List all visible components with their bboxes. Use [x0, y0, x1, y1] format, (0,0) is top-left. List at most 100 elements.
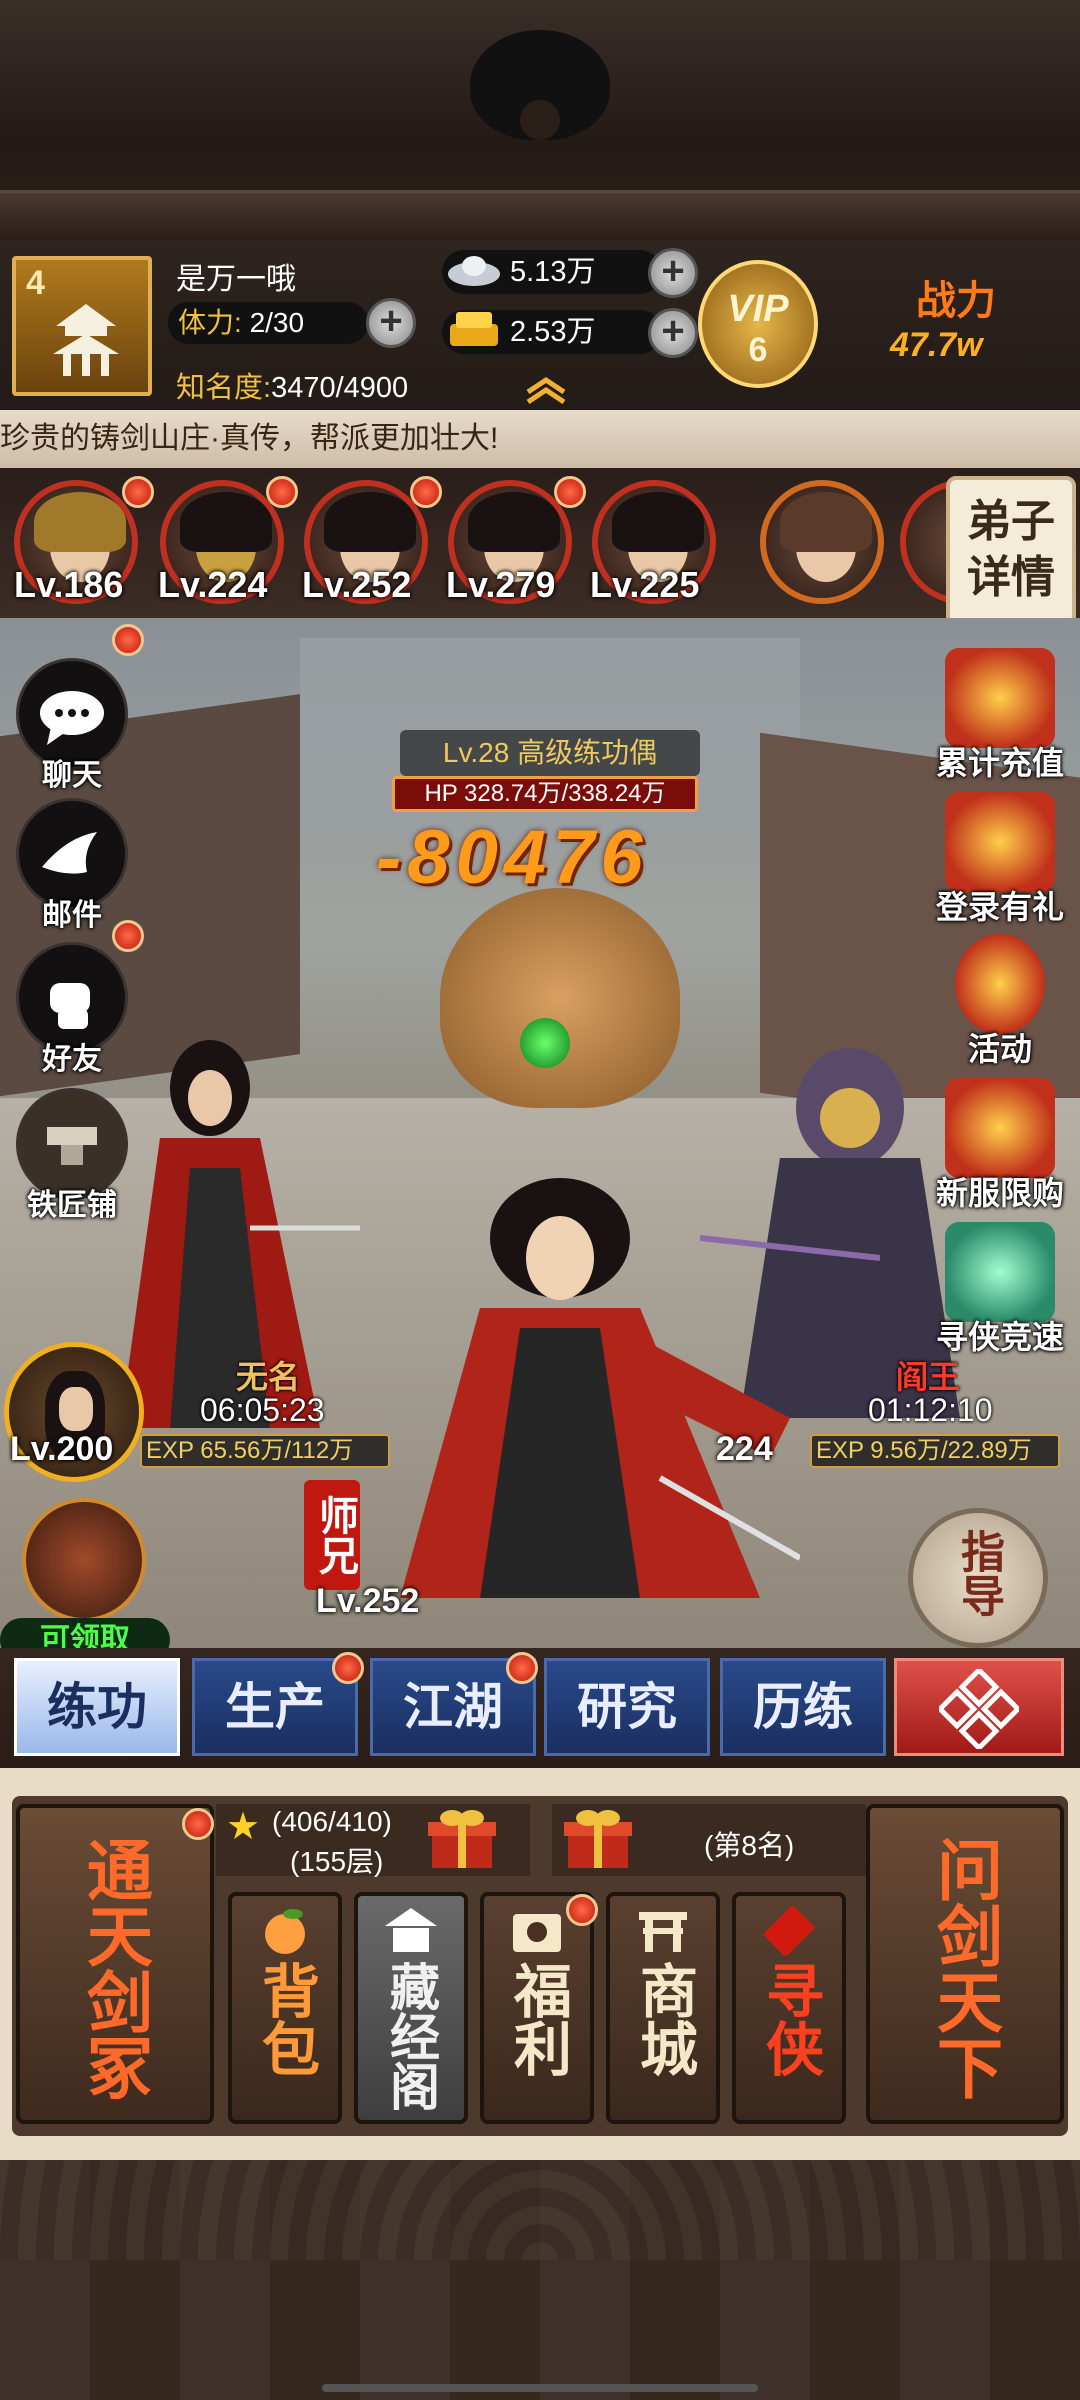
pavilion-icon [385, 1908, 437, 1952]
left-hero-level: Lv.200 [10, 1430, 114, 1468]
disciple-level-5: Lv.225 [590, 564, 700, 605]
blacksmith-label: 铁匠铺 [27, 1189, 117, 1222]
tower-progress-value: (406/410) [272, 1806, 392, 1837]
battle-scene: Lv.28 高级练功偶 HP 328.74万/338.24万 -80476 聊天 [0, 618, 1080, 1648]
power-value: 47.7w [890, 326, 983, 364]
chevron-up-icon[interactable] [524, 376, 568, 404]
jade-gem [520, 1018, 570, 1068]
right-hero-exp-bar: EXP 9.56万/22.89万 [810, 1434, 1060, 1468]
gift-box-icon[interactable] [562, 1808, 634, 1870]
cumulative-recharge-label: 累计充值 [935, 745, 1064, 781]
gold-amount: 2.53万 [510, 316, 596, 348]
blacksmith-button[interactable]: 铁匠铺 [14, 1088, 130, 1224]
mail-label: 邮件 [42, 899, 102, 932]
main-hero-level: Lv.252 [316, 1582, 420, 1620]
top-status-bar: 4 是万一哦 体力: 2/30 + 知名度:3470/4900 5.13万 + … [0, 240, 1080, 410]
tower-floor: (155层) [290, 1846, 384, 1877]
home-indicator[interactable] [322, 2384, 758, 2392]
disciple-avatar-6[interactable] [760, 480, 884, 604]
add-gold-button[interactable]: + [648, 308, 698, 358]
tower-progress: ★ (406/410) (155层) [216, 1804, 530, 1877]
notification-dot [112, 624, 144, 656]
stamina-display: 体力: 2/30 [168, 302, 368, 344]
shop-button[interactable]: 商城 [606, 1892, 720, 2124]
sword-tomb-label: 通天剑冢 [78, 1836, 152, 2100]
tab-training[interactable]: 练功 [14, 1658, 180, 1756]
disciple-level-3: Lv.252 [302, 564, 412, 605]
arena-rank: (第8名) [552, 1804, 866, 1876]
red-seal-icon [762, 1904, 816, 1958]
peach-icon [265, 1909, 305, 1954]
cumulative-recharge-button[interactable]: 累计充值 [920, 648, 1080, 784]
welfare-button[interactable]: 福利 [480, 1892, 594, 2124]
training-dummy-toad[interactable] [440, 888, 680, 1108]
new-server-sale-button[interactable]: 新服限购 [920, 1078, 1080, 1214]
gift-box-icon[interactable] [426, 1808, 498, 1870]
tab-more[interactable] [894, 1658, 1064, 1756]
coin-box-icon [513, 1914, 561, 1952]
stamina-label: 体力: [178, 307, 242, 338]
left-hero-exp-bar: EXP 65.56万/112万 [140, 1434, 390, 1468]
star-icon: ★ [226, 1806, 261, 1848]
hero-search-button[interactable]: 寻侠 [732, 1892, 846, 2124]
enemy-title: Lv.28 高级练功偶 [400, 730, 700, 776]
scripture-pavilion-button[interactable]: 藏经阁 [354, 1892, 468, 2124]
announcement-text: 珍贵的铸剑山庄·真传，帮派更加壮大! [0, 422, 499, 455]
guide-button[interactable]: 指导 [908, 1508, 1048, 1648]
diamond-knot-icon [936, 1666, 1022, 1752]
function-panel: 通天剑冢 ★ (406/410) (155层) (第8名) 问剑天下 背包 藏经… [0, 1768, 1080, 2160]
tab-experience[interactable]: 历练 [720, 1658, 886, 1756]
floor-decoration [0, 2160, 1080, 2400]
gold-ingot-icon [450, 312, 498, 346]
notification-dot [122, 476, 154, 508]
welfare-label: 福利 [505, 1961, 570, 2077]
notification-dot [554, 476, 586, 508]
red-envelope-icon [945, 1078, 1055, 1178]
hero-wuming[interactable] [100, 1028, 360, 1448]
backpack-label: 背包 [253, 1961, 318, 2077]
new-server-sale-label: 新服限购 [935, 1175, 1064, 1211]
mail-button[interactable]: 邮件 [14, 798, 130, 934]
add-silver-button[interactable]: + [648, 248, 698, 298]
roof-decoration [0, 0, 1080, 240]
silver-ingot-icon [448, 256, 500, 286]
friends-button[interactable]: 好友 [14, 942, 130, 1078]
events-button[interactable]: 活动 [920, 934, 1080, 1070]
announcement-marquee: 珍贵的铸剑山庄·真传，帮派更加壮大! [0, 410, 1080, 468]
stamina-value: 2/30 [249, 307, 305, 338]
gold-currency: 2.53万 [442, 310, 662, 354]
sword-world-button[interactable]: 问剑天下 [866, 1804, 1064, 2124]
disciple-detail-button[interactable]: 弟子详情 [946, 476, 1076, 626]
tab-research[interactable]: 研究 [544, 1658, 710, 1756]
vip-badge[interactable]: VIP 6 [698, 260, 818, 388]
chat-button[interactable]: 聊天 [14, 658, 130, 794]
hero-race-button[interactable]: 寻侠竞速 [920, 1222, 1080, 1358]
idle-reward-chest[interactable] [22, 1498, 146, 1622]
right-hero-level: 224 [716, 1430, 773, 1468]
notification-dot [266, 476, 298, 508]
sword-tomb-button[interactable]: 通天剑冢 [16, 1804, 214, 2124]
gift-chest-icon [945, 648, 1055, 748]
pagoda-icon [53, 304, 119, 376]
silver-amount: 5.13万 [510, 256, 596, 288]
power-label: 战力 [916, 279, 996, 323]
claim-reward-button[interactable]: 可领取 [0, 1618, 170, 1648]
hero-main[interactable] [360, 1178, 800, 1618]
scripture-pavilion-label: 藏经阁 [383, 1961, 439, 2111]
player-name: 是万一哦 [176, 263, 296, 296]
damage-number: -80476 [376, 815, 649, 900]
backpack-button[interactable]: 背包 [228, 1892, 342, 2124]
add-stamina-button[interactable]: + [366, 298, 416, 348]
player-avatar[interactable]: 4 [12, 256, 152, 396]
notification-dot [182, 1808, 214, 1840]
senior-brother-badge: 师兄 [304, 1480, 360, 1590]
disciple-level-2: Lv.224 [158, 564, 268, 605]
vip-level: 6 [748, 331, 768, 369]
login-gift-label: 登录有礼 [935, 889, 1064, 925]
login-gift-button[interactable]: 登录有礼 [920, 792, 1080, 928]
vip-label: VIP [727, 288, 789, 330]
enemy-hp-bar: HP 328.74万/338.24万 [392, 776, 698, 812]
notification-dot [506, 1652, 538, 1684]
disciple-row: Lv.186 Lv.224 Lv.252 Lv.279 Lv.225 [0, 468, 1080, 618]
hero-search-label: 寻侠 [757, 1961, 822, 2077]
